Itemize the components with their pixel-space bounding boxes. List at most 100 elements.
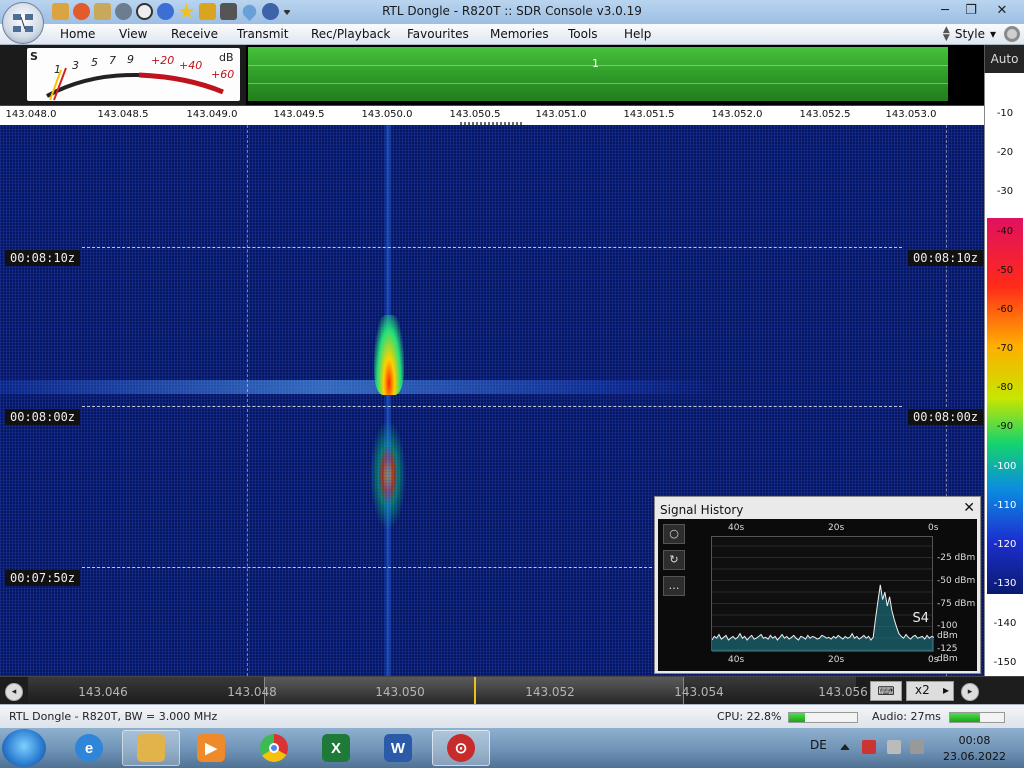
clock-date: 23.06.2022 xyxy=(943,750,1006,763)
band-bar[interactable]: 1 xyxy=(246,45,984,105)
volume-icon[interactable] xyxy=(910,740,924,754)
tab-transmit[interactable]: Transmit xyxy=(237,27,288,41)
excel-icon[interactable]: X xyxy=(307,730,365,766)
band-label: 1 xyxy=(592,57,599,70)
sdr-console-icon[interactable]: ⊙ xyxy=(432,730,490,766)
db-tick: -50 xyxy=(996,265,1014,276)
time-label: 00:08:00z xyxy=(5,409,81,425)
freq-tick: 143.048.5 xyxy=(97,109,149,120)
word-letter: W xyxy=(384,734,412,762)
auto-button[interactable]: Auto xyxy=(984,45,1024,73)
tab-home[interactable]: Home xyxy=(60,27,95,41)
more-button[interactable]: … xyxy=(663,576,685,596)
language-indicator[interactable]: DE xyxy=(810,738,827,752)
word-icon[interactable]: W xyxy=(369,730,427,766)
file-explorer-icon[interactable] xyxy=(122,730,180,766)
device-status: RTL Dongle - R820T, BW = 3.000 MHz xyxy=(9,710,218,723)
db-tick: -140 xyxy=(993,618,1017,629)
tuning-tick: 143.052 xyxy=(525,685,575,699)
tuning-scale[interactable]: 143.046 143.048 143.050 143.052 143.054 … xyxy=(28,677,868,705)
clock-time: 00:08 xyxy=(958,734,991,747)
tab-receive[interactable]: Receive xyxy=(171,27,218,41)
time-label: 00:08:10z xyxy=(5,250,81,266)
signal-history-body: ○ ↻ … 40s 20s 0s 40s 20s 0s S4 -25 dBm -… xyxy=(658,519,977,671)
internet-explorer-icon[interactable]: e xyxy=(60,730,118,766)
start-button[interactable] xyxy=(2,729,46,767)
record-icon[interactable]: ○ xyxy=(663,524,685,544)
status-bar: RTL Dongle - R820T, BW = 3.000 MHz CPU: … xyxy=(0,704,1024,728)
tuning-tick: 143.048 xyxy=(227,685,277,699)
time-marker-line xyxy=(82,247,902,248)
tab-view[interactable]: View xyxy=(119,27,147,41)
freq-tick: 143.048.0 xyxy=(5,109,57,120)
time-tick: 20s xyxy=(828,523,845,533)
level-tick: -50 dBm xyxy=(937,576,976,586)
signal-trace-svg xyxy=(712,584,934,652)
tab-favourites[interactable]: Favourites xyxy=(407,27,469,41)
tuning-bar: ◂ 143.046 143.048 143.050 143.052 143.05… xyxy=(0,676,1024,705)
time-label: 00:08:10z xyxy=(908,250,984,266)
s-unit-label: S4 xyxy=(912,611,929,626)
freq-tick: 143.050.0 xyxy=(361,109,413,120)
tab-tools[interactable]: Tools xyxy=(568,27,598,41)
band-segment[interactable] xyxy=(248,47,948,101)
tuned-frequency-marker[interactable] xyxy=(474,677,476,705)
scroll-right-icon[interactable]: ▸ xyxy=(961,683,979,701)
tuning-tick: 143.046 xyxy=(78,685,128,699)
scroll-left-icon[interactable]: ◂ xyxy=(5,683,23,701)
tab-rec-playback[interactable]: Rec/Playback xyxy=(311,27,390,41)
carrier-trace xyxy=(384,125,392,676)
close-button[interactable]: ✕ xyxy=(984,0,1020,20)
db-tick: -100 xyxy=(993,461,1017,472)
tuning-tick: 143.054 xyxy=(674,685,724,699)
signal-history-plot[interactable]: S4 xyxy=(711,536,934,652)
db-tick: -40 xyxy=(996,226,1014,237)
window-title: RTL Dongle - R820T :: SDR Console v3.0.1… xyxy=(382,4,642,18)
db-tick: -60 xyxy=(996,304,1014,315)
chrome-icon[interactable] xyxy=(245,730,303,766)
zoom-label: x2 xyxy=(915,683,930,697)
signal-area xyxy=(712,584,934,652)
audio-label: Audio: 27ms xyxy=(872,710,941,723)
style-menu[interactable]: ▲ ▼ Style ▾ xyxy=(943,26,996,43)
signal-history-title: Signal History xyxy=(660,503,744,517)
tuning-tick: 143.050 xyxy=(375,685,425,699)
show-hidden-icons-icon[interactable] xyxy=(840,744,850,750)
level-tick: -25 dBm xyxy=(937,553,976,563)
media-player-icon[interactable]: ▶ xyxy=(182,730,240,766)
db-tick: -80 xyxy=(996,382,1014,393)
time-marker-line xyxy=(82,567,657,568)
db-scale[interactable]: -10 -20 -30 -40 -50 -60 -70 -80 -90 -100… xyxy=(984,73,1024,676)
zoom-selector[interactable]: x2 ▸ xyxy=(906,681,954,701)
minimize-button[interactable]: ─ xyxy=(932,0,958,20)
cpu-meter xyxy=(788,712,858,723)
time-label: 00:08:00z xyxy=(908,409,984,425)
time-tick: 20s xyxy=(828,655,845,665)
freq-tick: 143.050.5 xyxy=(449,109,501,120)
tab-memories[interactable]: Memories xyxy=(490,27,549,41)
s-meter: S dB 1 3 5 7 9 +20 +40 +60 xyxy=(27,48,240,101)
time-marker-line xyxy=(82,406,902,407)
windows-taskbar: e ▶ X W ⊙ DE 00:08 23.06.2022 xyxy=(0,728,1024,768)
sdr-console-window: RTL Dongle - R820T :: SDR Console v3.0.1… xyxy=(0,0,1024,768)
tab-help[interactable]: Help xyxy=(624,27,651,41)
system-clock[interactable]: 00:08 23.06.2022 xyxy=(943,733,1006,765)
refresh-icon[interactable]: ↻ xyxy=(663,550,685,570)
style-label: Style xyxy=(954,27,985,41)
cpu-meter-fill xyxy=(789,713,805,722)
signal-burst xyxy=(0,380,720,394)
keyboard-icon[interactable]: ⌨ xyxy=(870,681,902,701)
title-bar: RTL Dongle - R820T :: SDR Console v3.0.1… xyxy=(0,0,1024,24)
signal-history-panel: Signal History ✕ ○ ↻ … 40s 20s 0s 40s 20… xyxy=(654,496,981,674)
audio-meter xyxy=(949,712,1005,723)
level-tick: -75 dBm xyxy=(937,599,976,609)
db-tick: -130 xyxy=(993,578,1017,589)
db-tick: -30 xyxy=(996,186,1014,197)
tray-app-icon[interactable] xyxy=(862,740,876,754)
application-menu-button[interactable] xyxy=(2,2,44,44)
close-icon[interactable]: ✕ xyxy=(963,500,975,516)
gear-icon[interactable] xyxy=(1004,26,1020,42)
excel-letter: X xyxy=(322,734,350,762)
network-icon[interactable] xyxy=(887,740,901,754)
maximize-button[interactable]: ❐ xyxy=(958,0,984,20)
